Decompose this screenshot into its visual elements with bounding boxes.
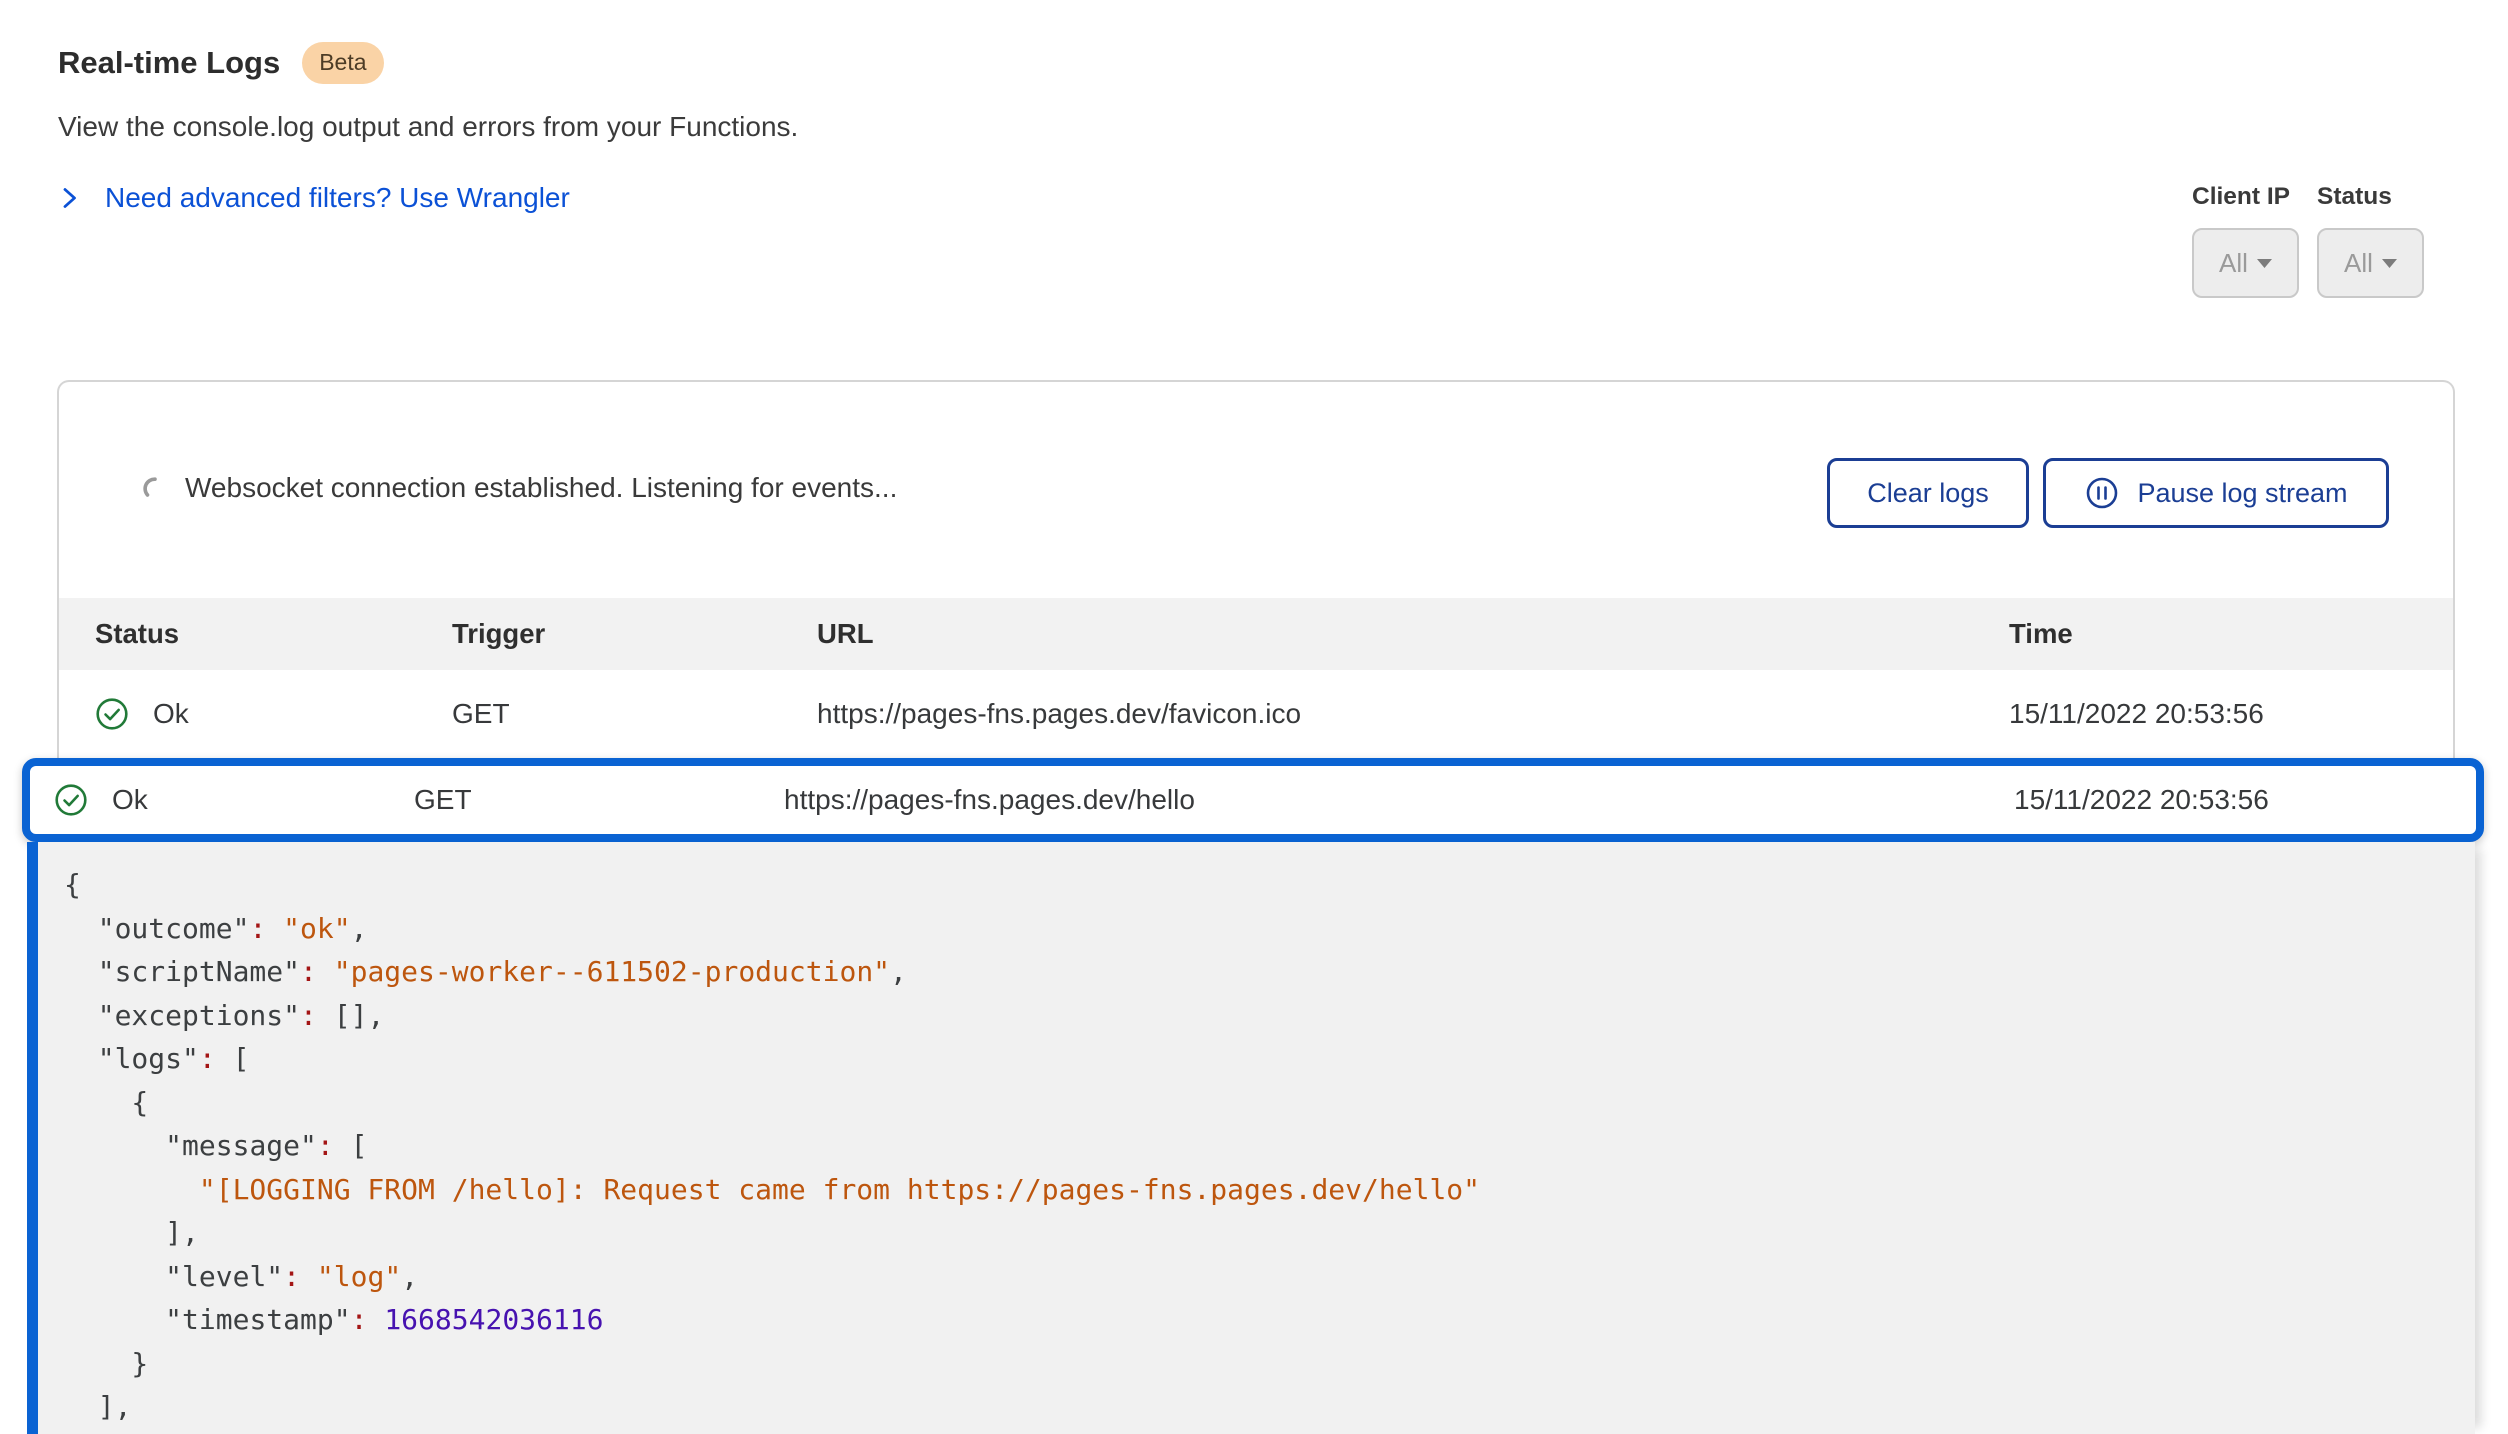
client-ip-dropdown[interactable]: All [2192,228,2299,298]
log-time: 15/11/2022 20:53:56 [2009,698,2453,730]
advanced-filters-link-label: Need advanced filters? Use Wrangler [105,182,570,214]
caret-down-icon [2382,259,2397,268]
expanded-log-entry: Ok GET https://pages-fns.pages.dev/hello… [22,758,2484,1434]
websocket-status: Websocket connection established. Listen… [142,472,897,504]
check-circle-icon [54,783,88,817]
pause-log-stream-label: Pause log stream [2137,478,2347,509]
log-url: https://pages-fns.pages.dev/hello [784,784,2014,816]
column-header-trigger: Trigger [452,618,817,650]
clear-logs-label: Clear logs [1867,478,1989,509]
clear-logs-button[interactable]: Clear logs [1827,458,2029,528]
log-trigger: GET [414,784,784,816]
column-header-url: URL [817,618,2009,650]
client-ip-dropdown-value: All [2219,248,2248,279]
log-detail-json: { "outcome": "ok", "scriptName": "pages-… [27,842,2475,1434]
page-title: Real-time Logs [58,45,280,81]
log-row-selected[interactable]: Ok GET https://pages-fns.pages.dev/hello… [22,758,2484,842]
spinner-icon [142,476,166,500]
page-header: Real-time Logs Beta View the console.log… [58,42,798,214]
table-header: Status Trigger URL Time [59,598,2453,670]
filters-bar: Client IP All Status All [2192,183,2424,298]
status-dropdown-value: All [2344,248,2373,279]
status-filter-label: Status [2317,183,2392,211]
websocket-status-text: Websocket connection established. Listen… [185,472,897,504]
log-trigger: GET [452,698,817,730]
page-subtitle: View the console.log output and errors f… [58,111,798,143]
caret-down-icon [2257,259,2272,268]
log-row[interactable]: Ok GET https://pages-fns.pages.dev/favic… [59,670,2453,758]
log-time: 15/11/2022 20:53:56 [2014,784,2476,816]
pause-log-stream-button[interactable]: Pause log stream [2043,458,2389,528]
log-status-text: Ok [112,784,148,816]
check-circle-icon [95,697,129,731]
pause-icon [2084,475,2120,511]
json-log-output: { "outcome": "ok", "scriptName": "pages-… [64,863,2475,1429]
status-dropdown[interactable]: All [2317,228,2424,298]
log-url: https://pages-fns.pages.dev/favicon.ico [817,698,2009,730]
column-header-status: Status [95,618,452,650]
chevron-right-icon [58,186,80,210]
advanced-filters-link[interactable]: Need advanced filters? Use Wrangler [58,182,570,214]
beta-badge: Beta [302,42,383,84]
log-status-text: Ok [153,698,189,730]
client-ip-label: Client IP [2192,183,2290,211]
column-header-time: Time [2009,618,2453,650]
